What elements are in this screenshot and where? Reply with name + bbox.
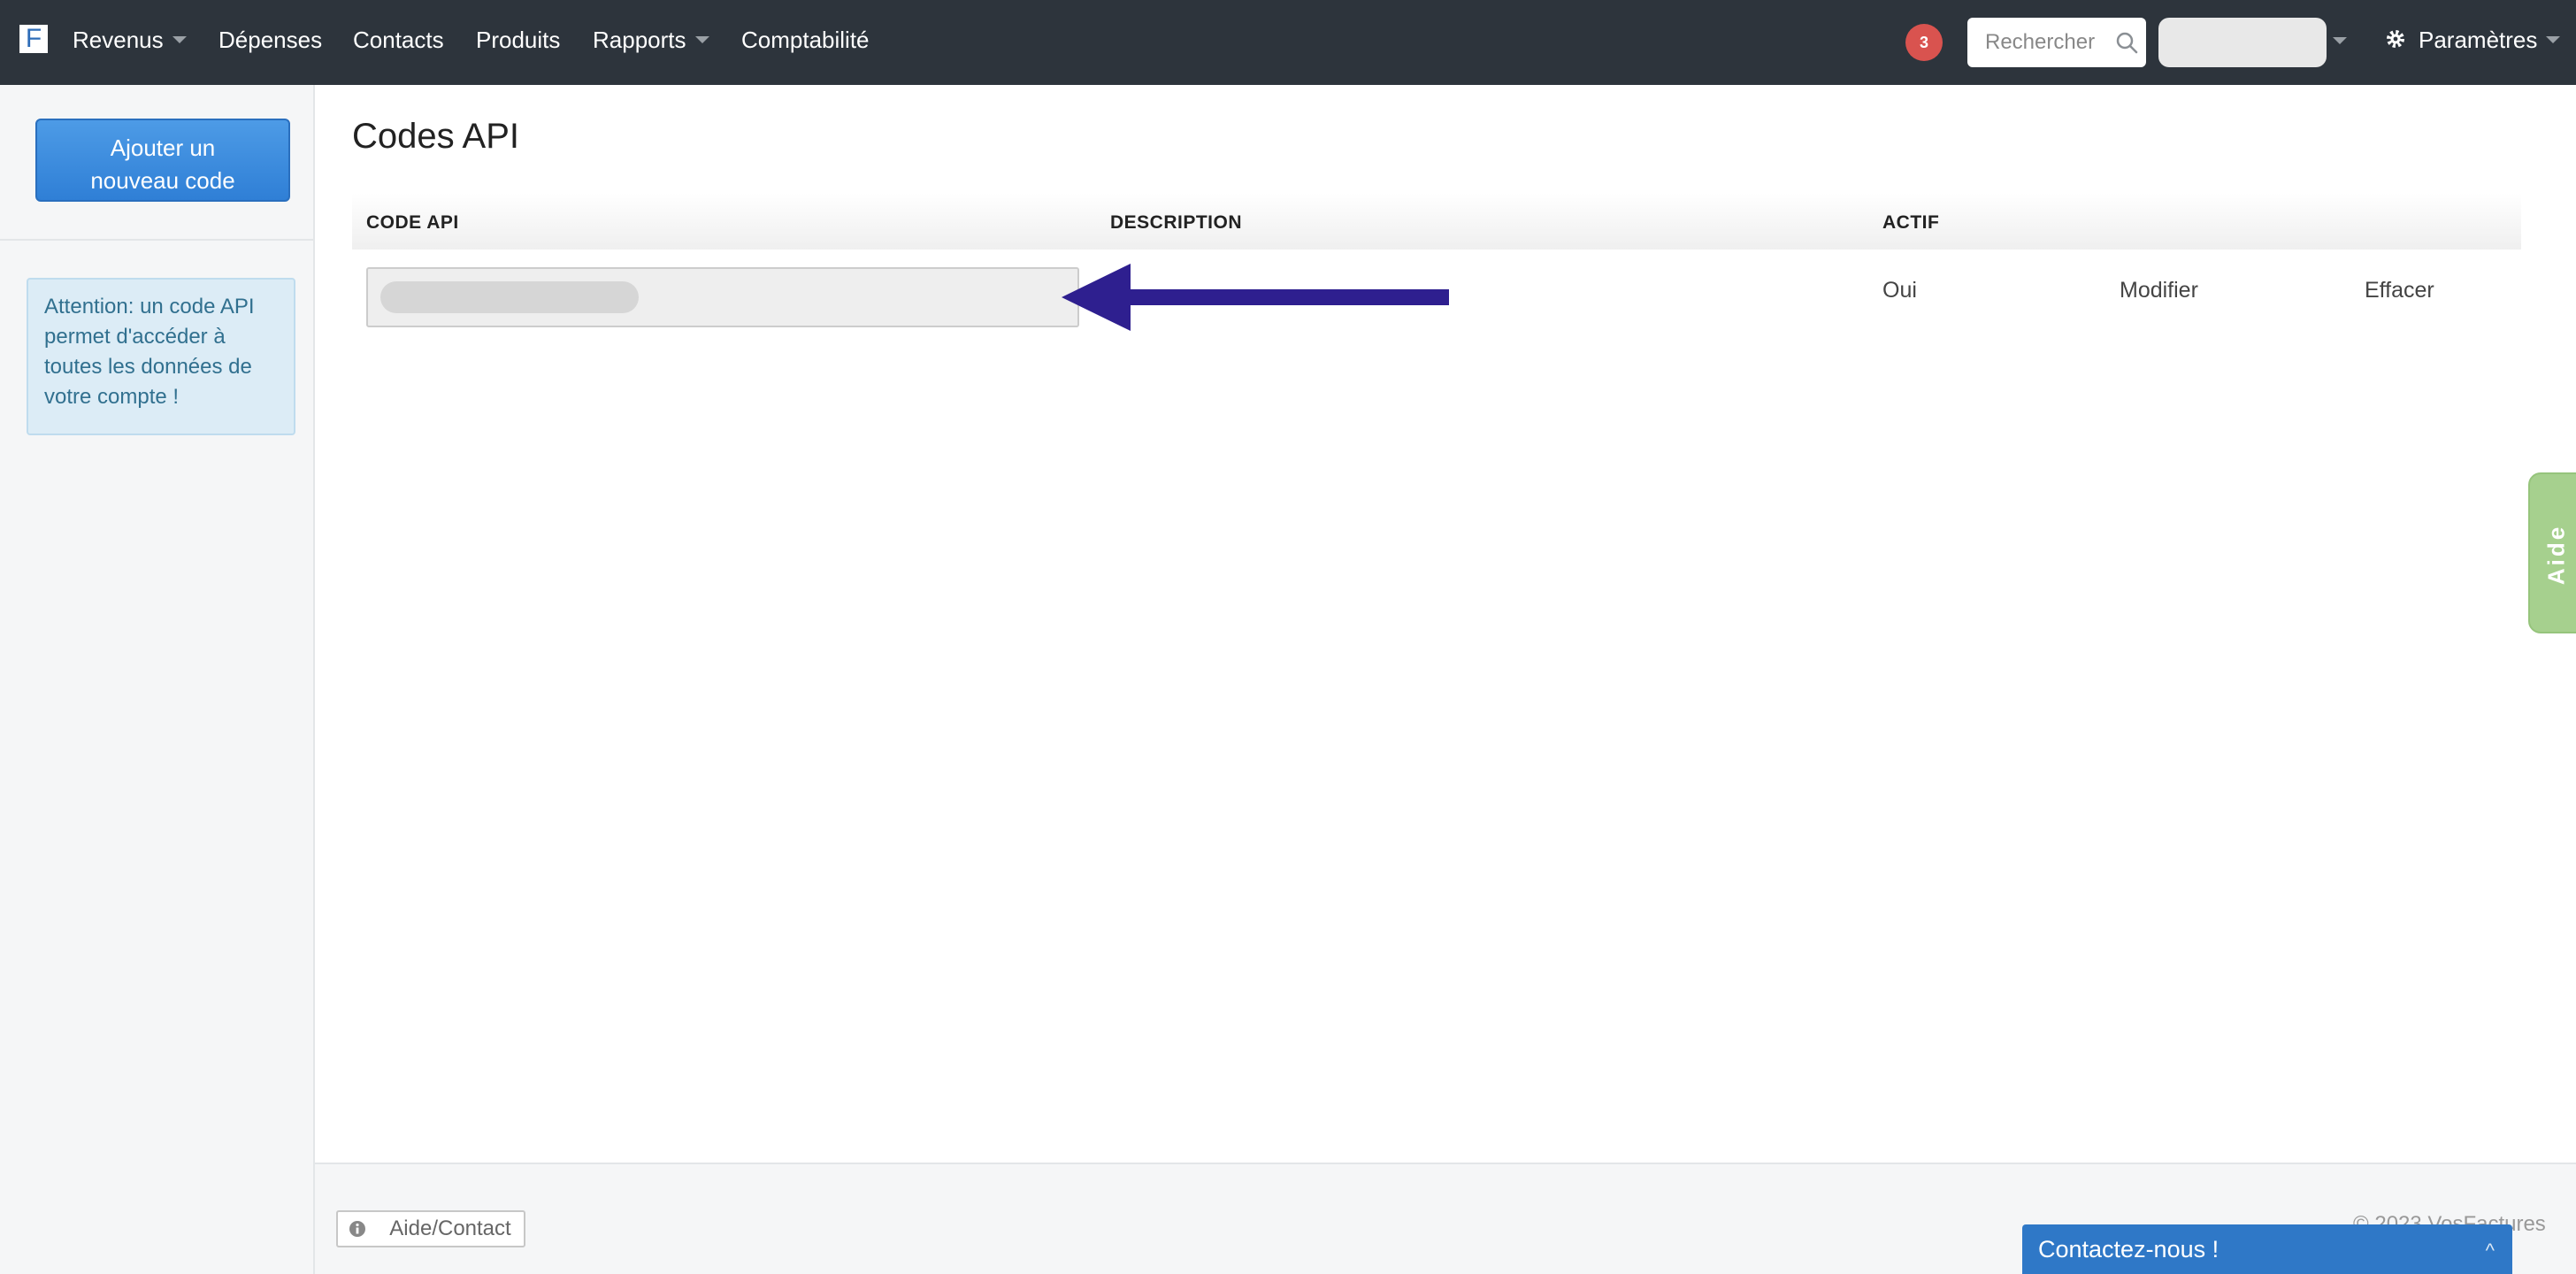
sidebar-divider [0,239,313,241]
help-side-tab-label: Aide [2542,524,2570,586]
chevron-down-icon [694,36,709,44]
contact-widget[interactable]: Contactez-nous ! ^ [2022,1224,2512,1274]
nav-item-label: Comptabilité [741,27,870,53]
redacted-code [380,281,639,313]
active-cell: Oui [1882,278,1917,303]
api-code-field[interactable] [366,267,1079,327]
nav-item-label: Dépenses [218,27,323,53]
table-header: CODE API DESCRIPTION ACTIF [352,193,2521,249]
help-side-tab[interactable]: Aide [2528,472,2576,633]
search-box [1967,18,2146,67]
notification-badge[interactable]: 3 [1905,24,1943,61]
nav-item-contacts[interactable]: Contacts [353,27,444,53]
search-icon[interactable] [2114,30,2139,55]
chevron-down-icon[interactable] [2333,37,2347,44]
help-contact-label: Aide/Contact [389,1216,511,1240]
settings-label: Paramètres [2419,27,2538,53]
edit-link[interactable]: Modifier [2120,278,2198,303]
nav-item-label: Revenus [73,27,164,53]
nav-item-depenses[interactable]: Dépenses [218,27,322,53]
nav-item-produits[interactable]: Produits [476,27,560,53]
chevron-down-icon [172,36,187,44]
delete-link[interactable]: Effacer [2365,278,2434,303]
sidebar: Ajouter un nouveau code Attention: un co… [0,85,315,1274]
nav-item-label: Contacts [353,27,444,53]
add-api-code-button[interactable]: Ajouter un nouveau code [35,119,290,202]
help-contact-button[interactable]: Aide/Contact [336,1210,525,1247]
chevron-down-icon [2546,36,2561,44]
search-input[interactable] [1967,18,2109,67]
chevron-up-icon[interactable]: ^ [2486,1226,2495,1274]
add-button-line2: nouveau code [90,166,235,194]
nav-item-rapports[interactable]: Rapports [593,27,709,53]
nav-item-label: Rapports [593,27,686,53]
account-menu[interactable] [2158,18,2327,67]
column-header-code: CODE API [366,212,459,233]
main-content: Codes API CODE API DESCRIPTION ACTIF Oui… [315,85,2576,1164]
brand-logo[interactable]: F [19,25,48,53]
column-header-description: DESCRIPTION [1110,212,1243,233]
api-warning-alert: Attention: un code API permet d'accéder … [27,278,295,435]
nav-item-revenus[interactable]: Revenus [73,27,187,53]
top-navbar: F Revenus Dépenses Contacts Produits Rap… [0,0,2576,85]
contact-widget-label: Contactez-nous ! [2038,1236,2220,1262]
add-button-line1: Ajouter un [110,134,216,161]
gear-icon [2387,30,2404,49]
column-header-actif: ACTIF [1882,212,1940,233]
page-title: Codes API [352,117,520,156]
arrow-left-icon [1062,264,1449,331]
settings-menu[interactable]: Paramètres [2385,27,2561,53]
nav-item-label: Produits [476,27,561,53]
info-icon [349,1221,365,1237]
nav-item-comptabilite[interactable]: Comptabilité [741,27,870,53]
